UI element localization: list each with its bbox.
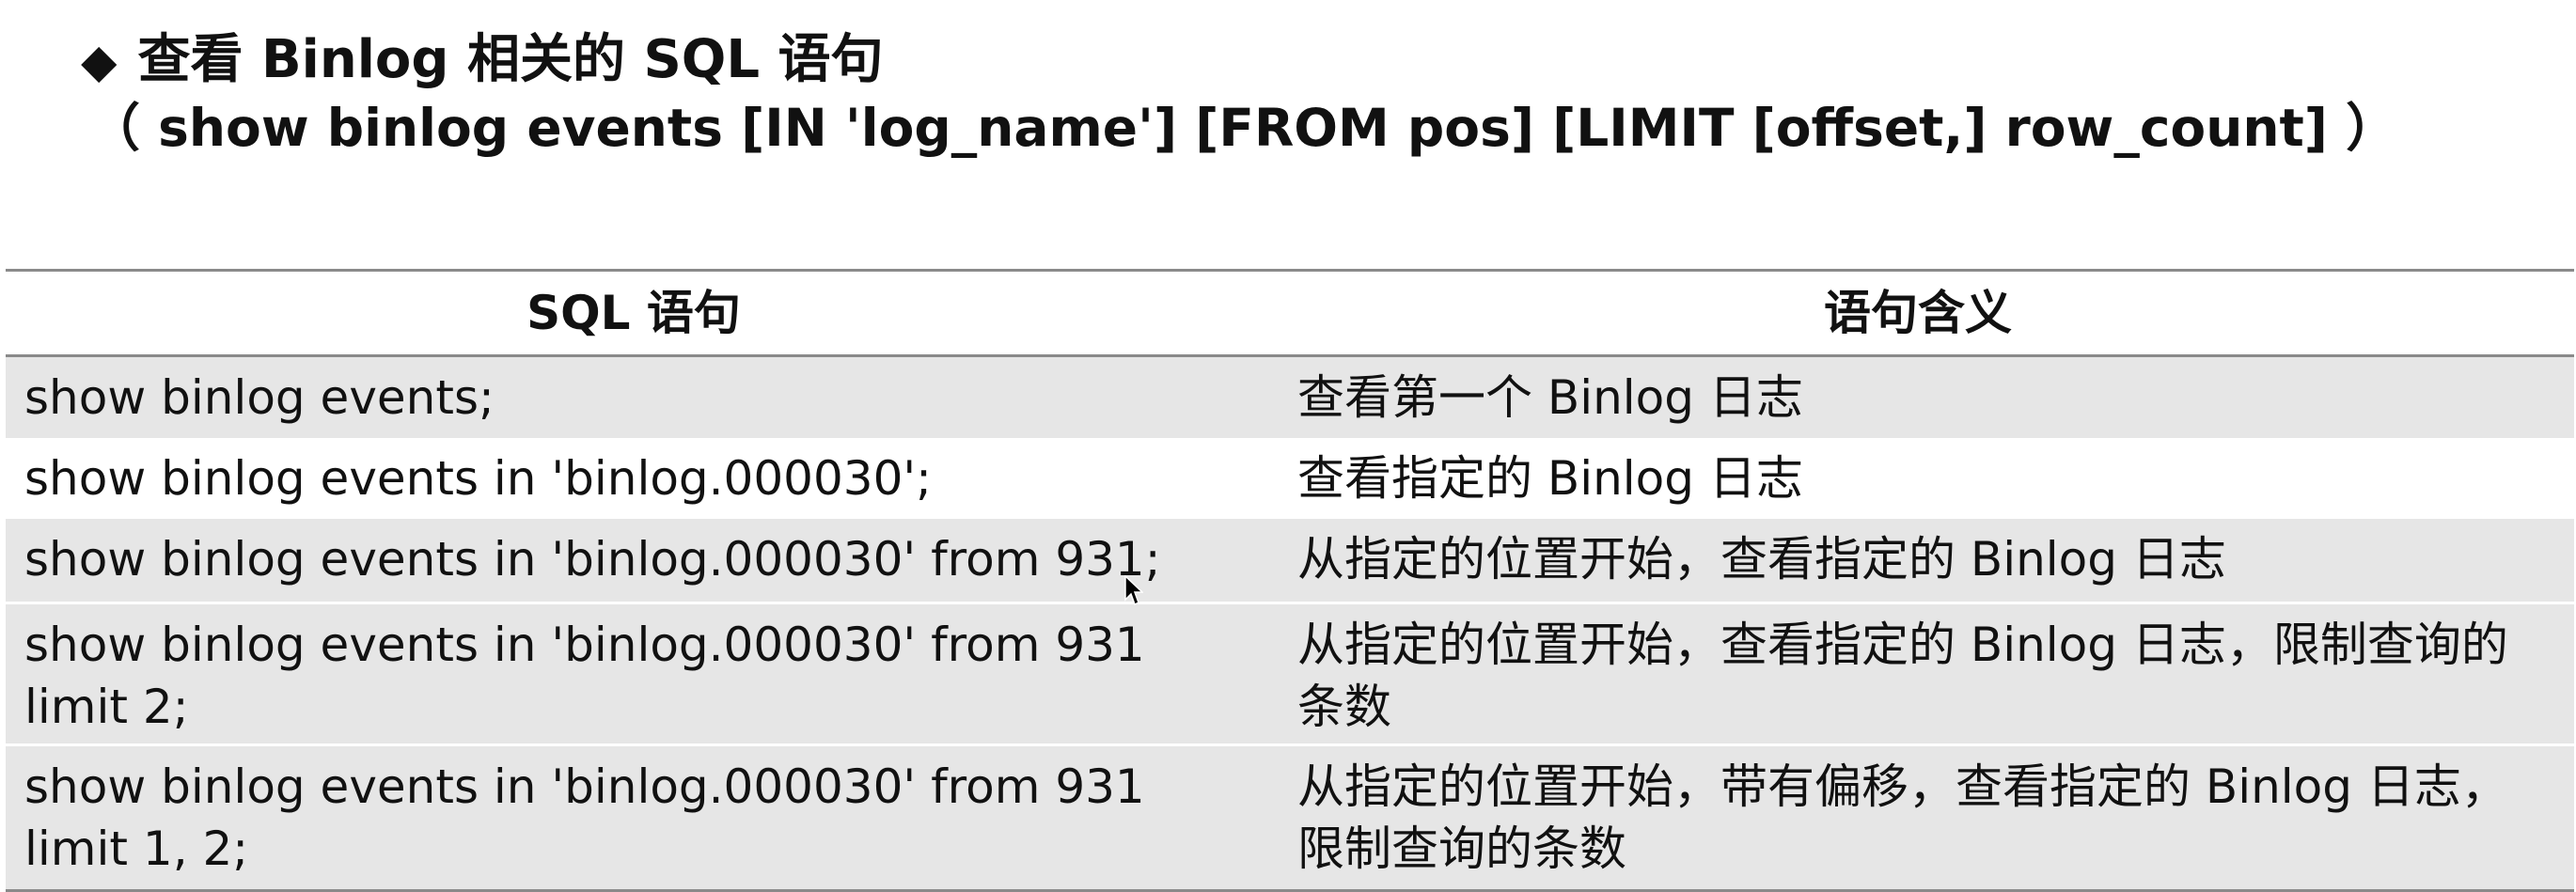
sql-cell: show binlog events in 'binlog.000030'; xyxy=(24,451,933,506)
sql-cell: show binlog events in 'binlog.000030' fr… xyxy=(24,532,1161,587)
meaning-cell: 从指定的位置开始，带有偏移，查看指定的 Binlog 日志，限制查询的条数 xyxy=(1297,759,2508,876)
meaning-cell: 查看第一个 Binlog 日志 xyxy=(1297,370,1803,425)
table-row: show binlog events in 'binlog.000030' fr… xyxy=(6,519,2574,602)
table-row: show binlog events in 'binlog.000030' fr… xyxy=(6,602,2574,743)
table-row: show binlog events; 查看第一个 Binlog 日志 xyxy=(6,357,2574,438)
section-title: 查看 Binlog 相关的 SQL 语句 xyxy=(137,29,884,90)
mouse-cursor-icon xyxy=(1124,575,1143,606)
table-row: show binlog events in 'binlog.000030'; 查… xyxy=(6,438,2574,519)
sql-cell: show binlog events; xyxy=(24,370,495,425)
meaning-cell: 从指定的位置开始，查看指定的 Binlog 日志 xyxy=(1297,532,2226,587)
meaning-cell: 查看指定的 Binlog 日志 xyxy=(1297,451,1803,506)
section-heading: ◆ 查看 Binlog 相关的 SQL 语句 xyxy=(81,26,884,95)
diamond-bullet-icon: ◆ xyxy=(81,34,118,88)
sql-cell: show binlog events in 'binlog.000030' fr… xyxy=(24,759,1145,876)
sql-cell: show binlog events in 'binlog.000030' fr… xyxy=(24,618,1145,734)
column-header-sql: SQL 语句 xyxy=(526,286,741,340)
syntax-line: （ show binlog events [IN 'log_name'] [FR… xyxy=(88,98,2398,158)
sql-table: SQL 语句 语句含义 show binlog events; 查看第一个 Bi… xyxy=(6,269,2574,892)
column-header-meaning: 语句含义 xyxy=(1824,286,2012,340)
meaning-cell: 从指定的位置开始，查看指定的 Binlog 日志，限制查询的条数 xyxy=(1297,618,2508,734)
table-row: show binlog events in 'binlog.000030' fr… xyxy=(6,743,2574,889)
table-header-row: SQL 语句 语句含义 xyxy=(6,272,2574,357)
